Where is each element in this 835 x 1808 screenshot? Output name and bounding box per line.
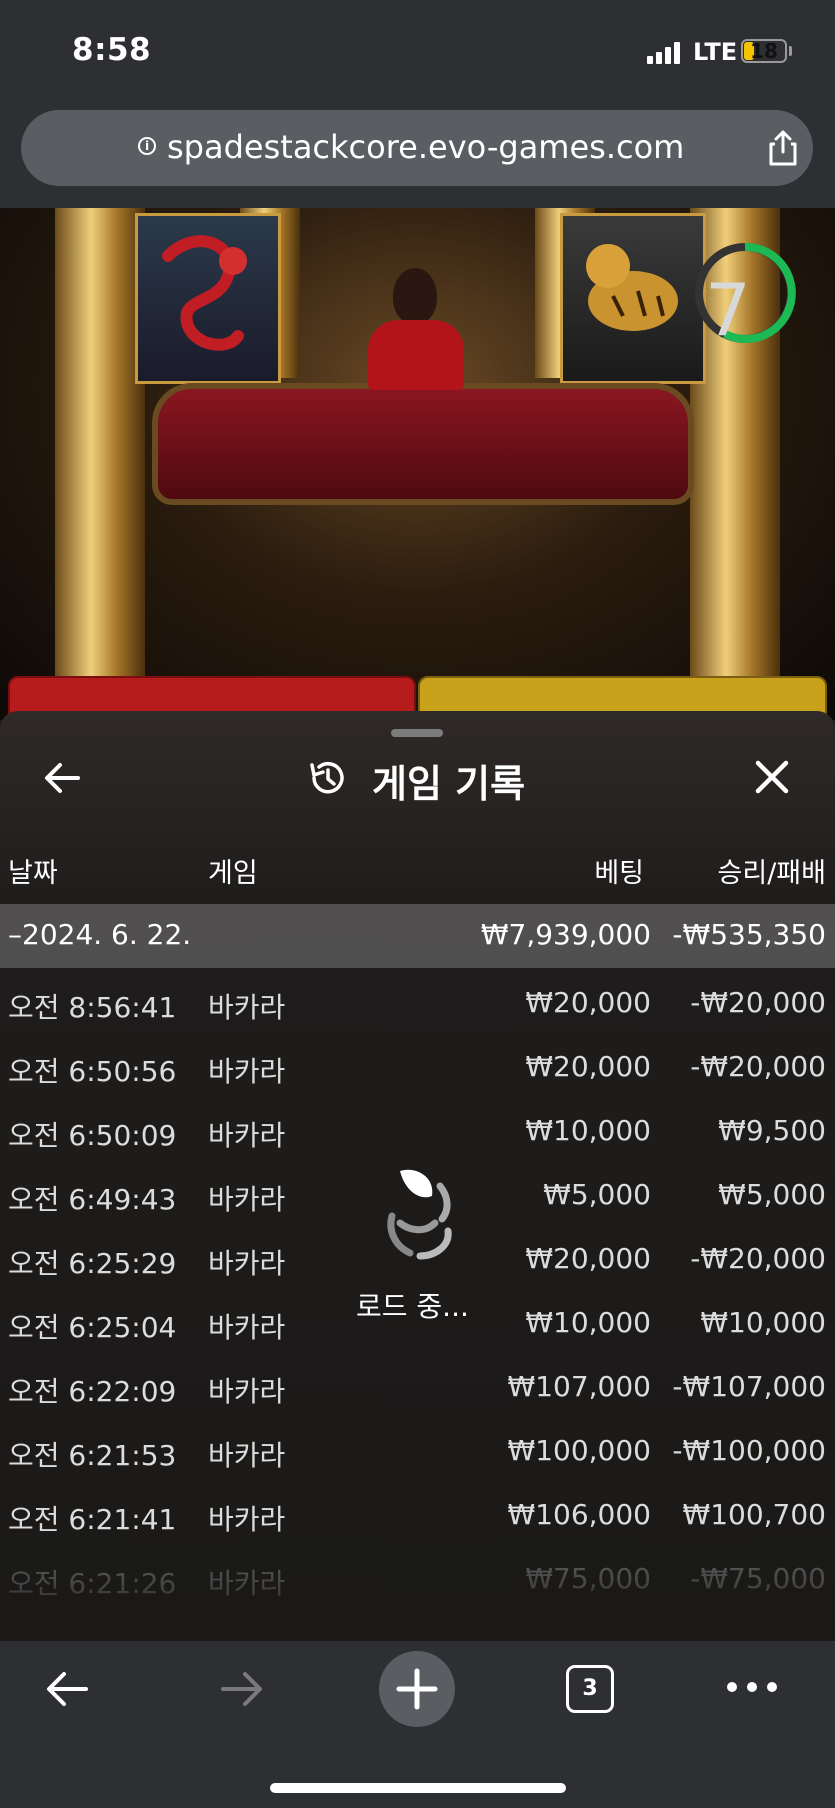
sheet-title: 게임 기록 — [372, 762, 526, 806]
countdown-timer: 7 — [705, 268, 751, 352]
tiger-panel — [560, 213, 706, 384]
column-date: 날짜 — [8, 858, 58, 889]
row-bet: ₩5,000 — [543, 1178, 651, 1211]
home-indicator — [270, 1783, 566, 1793]
tabs-button[interactable]: 3 — [566, 1665, 614, 1713]
dealer-body — [368, 320, 464, 390]
row-winloss: ₩5,000 — [718, 1178, 826, 1211]
row-bet: ₩106,000 — [507, 1498, 651, 1531]
dragon-icon — [162, 235, 247, 351]
row-bet: ₩10,000 — [525, 1306, 651, 1339]
row-winloss: ₩10,000 — [700, 1306, 826, 1339]
history-row[interactable]: 오전 8:56:41 바카라 ₩20,000 -₩20,000 — [0, 968, 835, 1032]
back-arrow-icon[interactable] — [40, 756, 84, 800]
row-winloss: ₩100,700 — [682, 1498, 826, 1531]
row-game: 바카라 — [208, 1439, 286, 1472]
site-info-icon[interactable]: i — [138, 137, 156, 155]
row-time: 오전 6:21:41 — [8, 1503, 177, 1536]
history-sheet: 게임 기록 날짜 게임 베팅 승리/패배 –2024. 6. 22. ₩7,93… — [0, 711, 835, 1641]
pillar-left — [55, 208, 145, 720]
row-winloss: ₩9,500 — [718, 1114, 826, 1147]
row-winloss: -₩20,000 — [690, 1050, 826, 1083]
list-fade — [0, 1551, 835, 1641]
url-text[interactable]: spadestackcore.evo-games.com — [167, 128, 684, 166]
dragon-panel — [135, 213, 281, 384]
group-date: –2024. 6. 22. — [8, 918, 192, 951]
battery-tip — [789, 46, 792, 56]
row-time: 오전 6:21:53 — [8, 1439, 177, 1472]
history-row[interactable]: 오전 6:22:09 바카라 ₩107,000 -₩107,000 — [0, 1352, 835, 1416]
row-time: 오전 8:56:41 — [8, 991, 177, 1024]
tiger-icon — [586, 244, 678, 331]
plus-icon — [396, 1668, 438, 1710]
column-winloss: 승리/패배 — [717, 858, 826, 889]
network-type: LTE — [693, 38, 738, 66]
new-tab-button[interactable] — [379, 1651, 455, 1727]
row-bet: ₩20,000 — [525, 1050, 651, 1083]
row-bet: ₩20,000 — [525, 1242, 651, 1275]
row-game: 바카라 — [208, 1375, 286, 1408]
row-game: 바카라 — [208, 1183, 286, 1216]
browser-toolbar: i spadestackcore.evo-games.com — [0, 100, 835, 208]
row-bet: ₩107,000 — [507, 1370, 651, 1403]
status-time: 8:58 — [72, 32, 152, 68]
row-time: 오전 6:49:43 — [8, 1183, 177, 1216]
history-row[interactable]: 오전 6:21:53 바카라 ₩100,000 -₩100,000 — [0, 1416, 835, 1480]
sheet-grabber[interactable] — [391, 729, 443, 737]
history-row[interactable]: 오전 6:50:09 바카라 ₩10,000 ₩9,500 — [0, 1096, 835, 1160]
nav-forward-icon[interactable] — [217, 1667, 267, 1711]
row-winloss: -₩20,000 — [690, 986, 826, 1019]
game-table — [152, 383, 694, 505]
row-time: 오전 6:50:56 — [8, 1055, 177, 1088]
row-game: 바카라 — [208, 991, 286, 1024]
row-winloss: -₩107,000 — [672, 1370, 826, 1403]
row-winloss: -₩20,000 — [690, 1242, 826, 1275]
history-row[interactable]: 오전 6:50:56 바카라 ₩20,000 -₩20,000 — [0, 1032, 835, 1096]
loading-spinner-icon — [387, 1169, 452, 1260]
row-time: 오전 6:25:04 — [8, 1311, 177, 1344]
signal-icon — [647, 40, 680, 64]
date-group-row[interactable]: –2024. 6. 22. ₩7,939,000 -₩535,350 — [0, 904, 835, 968]
dealer-head — [393, 268, 437, 324]
group-bet-total: ₩7,939,000 — [480, 918, 651, 951]
nav-back-icon[interactable] — [42, 1667, 92, 1711]
live-video[interactable]: 7 — [0, 208, 835, 720]
battery-icon: 18 — [741, 39, 787, 63]
column-game: 게임 — [208, 858, 258, 889]
battery-level: 18 — [750, 39, 778, 63]
column-bet: 베팅 — [594, 858, 644, 889]
more-icon[interactable] — [724, 1679, 780, 1695]
row-time: 오전 6:22:09 — [8, 1375, 177, 1408]
row-game: 바카라 — [208, 1119, 286, 1152]
row-game: 바카라 — [208, 1503, 286, 1536]
row-time: 오전 6:25:29 — [8, 1247, 177, 1280]
row-game: 바카라 — [208, 1247, 286, 1280]
share-icon[interactable] — [763, 128, 803, 168]
row-game: 바카라 — [208, 1311, 286, 1344]
row-bet: ₩10,000 — [525, 1114, 651, 1147]
status-bar: 8:58 LTE 18 — [0, 0, 835, 100]
loading-text: 로드 중... — [356, 1290, 469, 1323]
row-bet: ₩100,000 — [507, 1434, 651, 1467]
history-icon — [310, 761, 344, 794]
browser-bottom-bar: 3 — [0, 1641, 835, 1808]
history-row[interactable]: 오전 6:21:41 바카라 ₩106,000 ₩100,700 — [0, 1480, 835, 1544]
address-bar[interactable]: i spadestackcore.evo-games.com — [21, 110, 813, 186]
row-time: 오전 6:50:09 — [8, 1119, 177, 1152]
row-game: 바카라 — [208, 1055, 286, 1088]
group-winloss-total: -₩535,350 — [672, 918, 826, 951]
row-bet: ₩20,000 — [525, 986, 651, 1019]
close-icon[interactable] — [752, 757, 792, 797]
row-winloss: -₩100,000 — [672, 1434, 826, 1467]
